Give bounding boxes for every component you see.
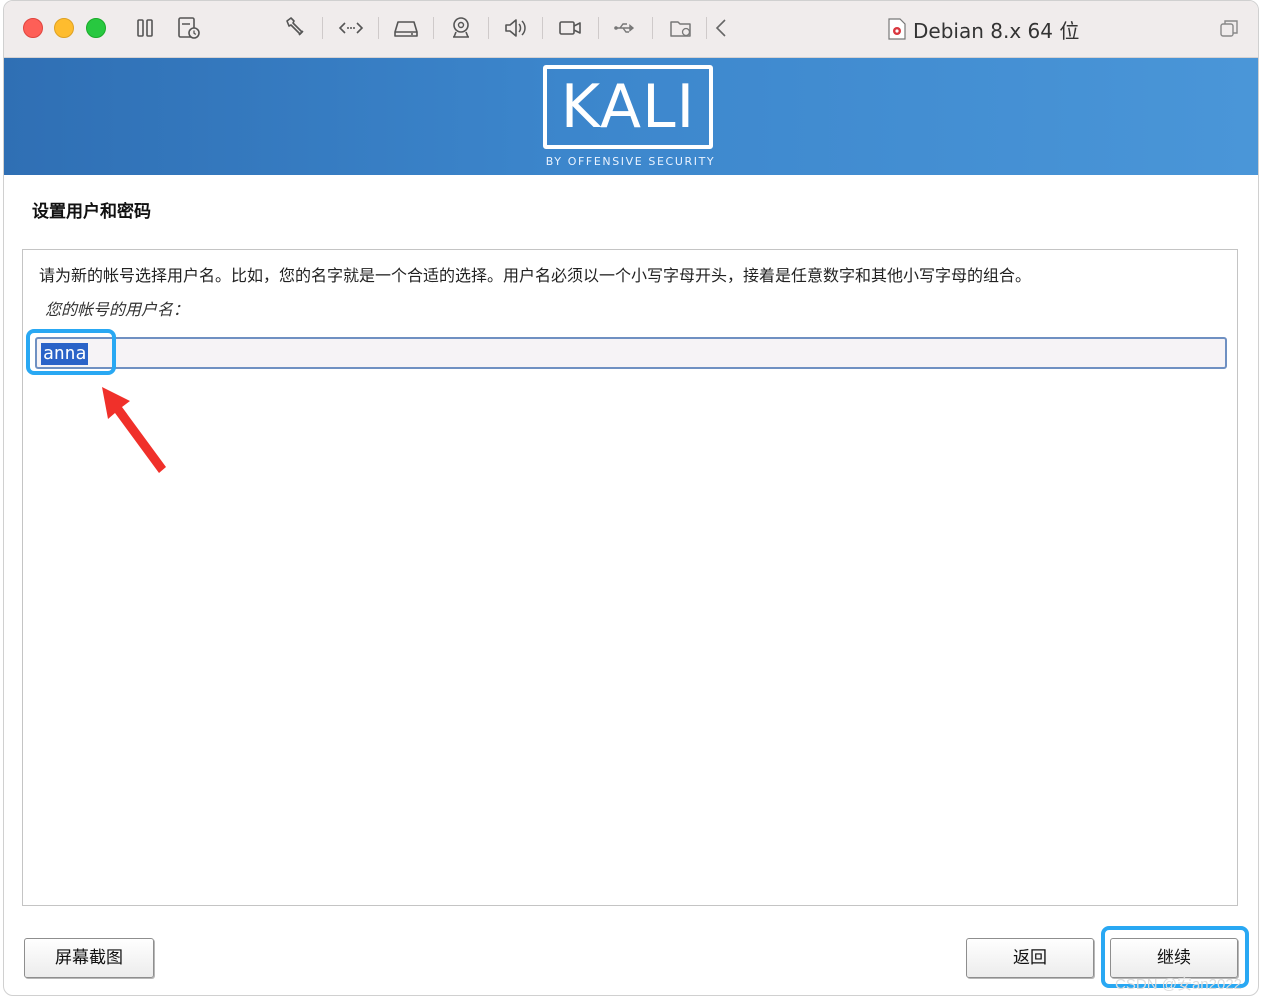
red-arrow-annotation (102, 387, 166, 473)
shared-folder-icon[interactable] (668, 15, 694, 41)
document-icon (888, 18, 906, 40)
page-title: 设置用户和密码 (32, 202, 151, 222)
window-title-text: Debian 8.x 64 位 (913, 18, 1080, 43)
restore-window-icon[interactable] (1218, 17, 1240, 39)
vm-window: Debian 8.x 64 位 KALI BY OFFENSIVE SECURI… (3, 0, 1259, 996)
video-camera-icon[interactable] (557, 15, 583, 41)
wrench-icon[interactable] (282, 15, 308, 41)
snapshot-icon[interactable] (176, 15, 202, 41)
content-panel: 请为新的帐号选择用户名。比如，您的名字就是一个合适的选择。用户名必须以一个小写字… (22, 249, 1238, 906)
close-window-button[interactable] (23, 18, 43, 38)
code-arrows-icon[interactable] (338, 15, 364, 41)
back-chevron-icon[interactable] (710, 15, 736, 41)
speaker-icon[interactable] (502, 15, 528, 41)
title-bar: Debian 8.x 64 位 (4, 1, 1258, 58)
pause-icon[interactable] (132, 15, 158, 41)
back-button[interactable]: 返回 (966, 938, 1094, 978)
watermark: CSDN @安an2022 (1115, 976, 1242, 993)
username-input[interactable]: anna (35, 337, 1227, 369)
input-highlight-box (26, 329, 116, 375)
kali-logo-subtitle: BY OFFENSIVE SECURITY (545, 155, 716, 168)
usb-icon[interactable] (612, 15, 638, 41)
zoom-window-button[interactable] (86, 18, 106, 38)
screenshot-button[interactable]: 屏幕截图 (24, 938, 154, 978)
camera-icon[interactable] (448, 15, 474, 41)
username-label: 您的帐号的用户名： (45, 300, 190, 319)
drive-icon[interactable] (393, 15, 419, 41)
instruction-text: 请为新的帐号选择用户名。比如，您的名字就是一个合适的选择。用户名必须以一个小写字… (39, 266, 1032, 285)
kali-logo: KALI (543, 65, 713, 149)
minimize-window-button[interactable] (54, 18, 74, 38)
kali-banner: KALI BY OFFENSIVE SECURITY (4, 58, 1258, 175)
window-title: Debian 8.x 64 位 (888, 15, 1079, 43)
